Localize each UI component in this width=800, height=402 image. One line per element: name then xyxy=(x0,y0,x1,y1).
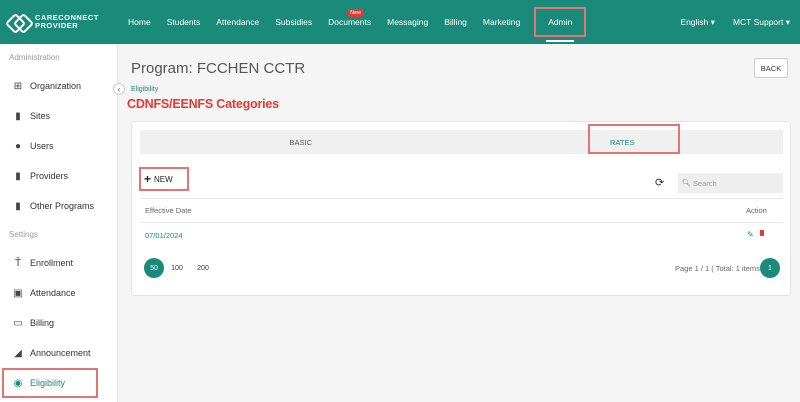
table-row-effective-date[interactable]: 07/01/2024 xyxy=(145,231,183,240)
building-icon: ▮ xyxy=(15,200,21,212)
collapse-sidebar-button[interactable]: ‹ xyxy=(113,83,125,95)
child-icon: Ť xyxy=(14,257,22,269)
page-size-100[interactable]: 100 xyxy=(167,258,187,278)
nav-home[interactable]: Home xyxy=(120,0,159,44)
eligibility-icon: ◉ xyxy=(13,377,23,389)
tab-basic[interactable]: BASIC xyxy=(140,130,462,154)
new-badge: New xyxy=(347,9,365,17)
logo-icon xyxy=(8,15,30,29)
top-navbar: CARECONNECT PROVIDER Home Students Atten… xyxy=(0,0,800,44)
building-icon: ▮ xyxy=(15,110,21,122)
breadcrumb[interactable]: Eligibility xyxy=(131,86,158,93)
back-button[interactable]: BACK xyxy=(754,58,788,78)
nav-students[interactable]: Students xyxy=(159,0,209,44)
search-icon: 🔍︎ xyxy=(682,180,691,187)
building-icon: ▮ xyxy=(15,170,21,182)
sidebar-section-administration: Administration xyxy=(9,53,60,62)
logo[interactable]: CARECONNECT PROVIDER xyxy=(8,14,108,30)
sidebar-item-organization[interactable]: ⊞ Organization xyxy=(0,71,117,101)
page-size-50[interactable]: 50 xyxy=(144,258,164,278)
sidebar-item-attendance[interactable]: ▣ Attendance xyxy=(0,278,117,308)
nav-attendance[interactable]: Attendance xyxy=(208,0,267,44)
main-nav: Home Students Attendance Subsidies Docum… xyxy=(120,0,587,44)
column-header-effective-date[interactable]: Effective Date xyxy=(145,206,192,215)
bullhorn-icon: ◢ xyxy=(14,347,22,359)
caret-down-icon: ▾ xyxy=(785,16,790,27)
sidebar: Administration ⊞ Organization ▮ Sites ● Use… xyxy=(0,44,118,402)
sitemap-icon: ⊞ xyxy=(13,80,23,92)
tab-bar: BASIC RATES xyxy=(140,124,783,154)
logo-line2: PROVIDER xyxy=(35,21,79,30)
account-dropdown[interactable]: MCT Support ▾ xyxy=(733,17,790,28)
search-input[interactable]: 🔍︎ Search xyxy=(678,173,783,193)
sidebar-item-announcement[interactable]: ◢ Announcement xyxy=(0,338,117,368)
page-size-200[interactable]: 200 xyxy=(193,258,213,278)
nav-admin[interactable]: Admin xyxy=(534,7,587,42)
calendar-check-icon: ▣ xyxy=(13,287,23,299)
nav-documents-label: Documents xyxy=(328,17,372,27)
page-title: Program: FCCHEN CCTR xyxy=(131,60,306,77)
search-placeholder: Search xyxy=(692,178,717,188)
trash-icon[interactable] xyxy=(760,230,764,236)
page-info: Page 1 / 1 ( Total: 1 items ) xyxy=(675,264,765,273)
nav-subsidies[interactable]: Subsidies xyxy=(267,0,320,44)
rates-card: BASIC RATES + NEW ⟳ 🔍︎ Search Effective … xyxy=(131,121,791,296)
sidebar-item-billing[interactable]: ▭ Billing xyxy=(0,308,117,338)
sidebar-item-other-programs[interactable]: ▮ Other Programs xyxy=(0,191,117,221)
refresh-icon[interactable]: ⟳ xyxy=(655,176,664,189)
nav-messaging[interactable]: Messaging xyxy=(379,0,436,44)
caret-down-icon: ▾ xyxy=(710,16,715,27)
sidebar-item-users[interactable]: ● Users xyxy=(0,131,117,161)
chevron-left-icon: ‹ xyxy=(117,84,121,94)
sidebar-section-settings: Settings xyxy=(9,230,38,239)
pencil-icon[interactable]: ✎ xyxy=(747,230,754,239)
page-number-1[interactable]: 1 xyxy=(760,258,780,278)
table-divider xyxy=(140,198,783,199)
language-dropdown[interactable]: English ▾ xyxy=(680,17,715,28)
nav-marketing[interactable]: Marketing xyxy=(475,0,528,44)
column-header-action: Action xyxy=(746,206,767,215)
sidebar-item-eligibility[interactable]: ◉ Eligibility xyxy=(2,368,98,398)
sidebar-item-enrollment[interactable]: Ť Enrollment xyxy=(0,248,117,278)
users-icon: ● xyxy=(14,140,22,152)
tab-rates-highlight xyxy=(588,124,680,154)
nav-documents[interactable]: Documents New xyxy=(320,0,379,44)
table-divider xyxy=(140,222,783,223)
plus-icon: + xyxy=(144,172,152,186)
nav-billing[interactable]: Billing xyxy=(436,0,475,44)
new-button[interactable]: + NEW xyxy=(139,167,189,191)
credit-card-icon: ▭ xyxy=(13,317,23,329)
annotation-label: CDNFS/EENFS Categories xyxy=(127,97,279,111)
sidebar-item-sites[interactable]: ▮ Sites xyxy=(0,101,117,131)
sidebar-item-providers[interactable]: ▮ Providers xyxy=(0,161,117,191)
